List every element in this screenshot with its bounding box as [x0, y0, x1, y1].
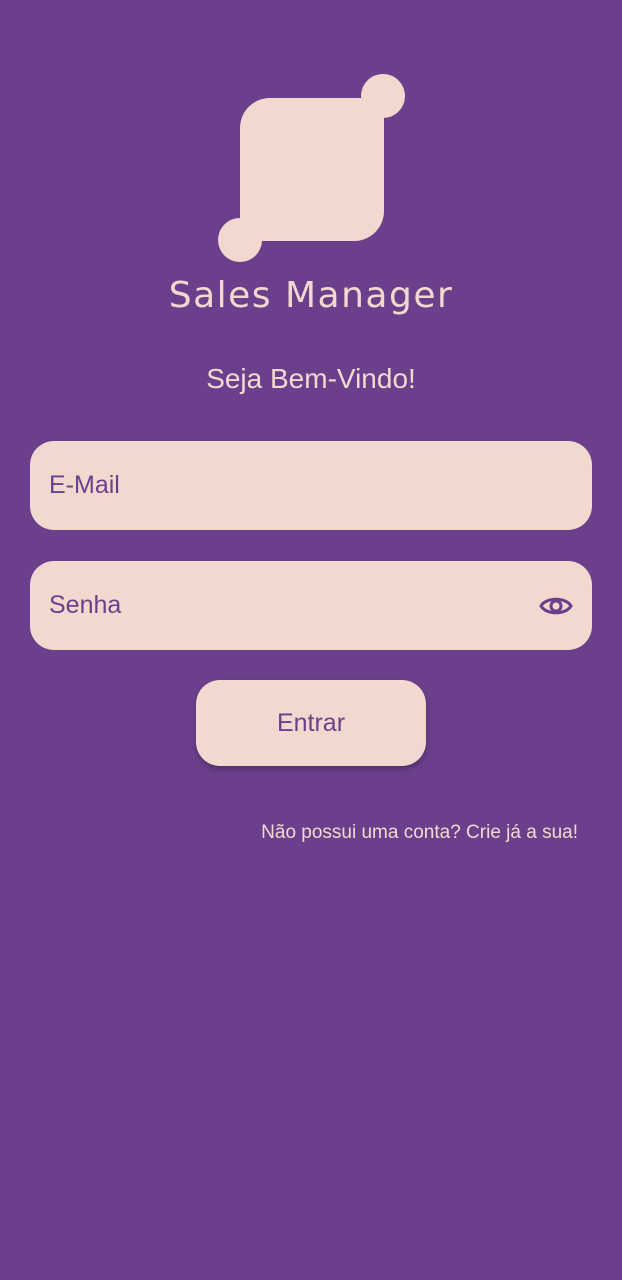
login-button[interactable]: Entrar	[196, 680, 426, 766]
email-field-container	[30, 441, 592, 530]
password-field[interactable]	[49, 591, 538, 620]
eye-icon[interactable]	[538, 588, 574, 624]
login-screen: Sales Manager Seja Bem-Vindo! Entrar Não…	[0, 0, 622, 1280]
signup-link[interactable]: Não possui uma conta? Crie já a sua!	[261, 820, 578, 846]
app-name: Sales Manager	[168, 275, 454, 316]
sales-manager-logo-icon	[218, 74, 405, 262]
email-field[interactable]	[49, 471, 574, 500]
welcome-text: Seja Bem-Vindo!	[206, 363, 416, 394]
password-field-container	[30, 561, 592, 650]
